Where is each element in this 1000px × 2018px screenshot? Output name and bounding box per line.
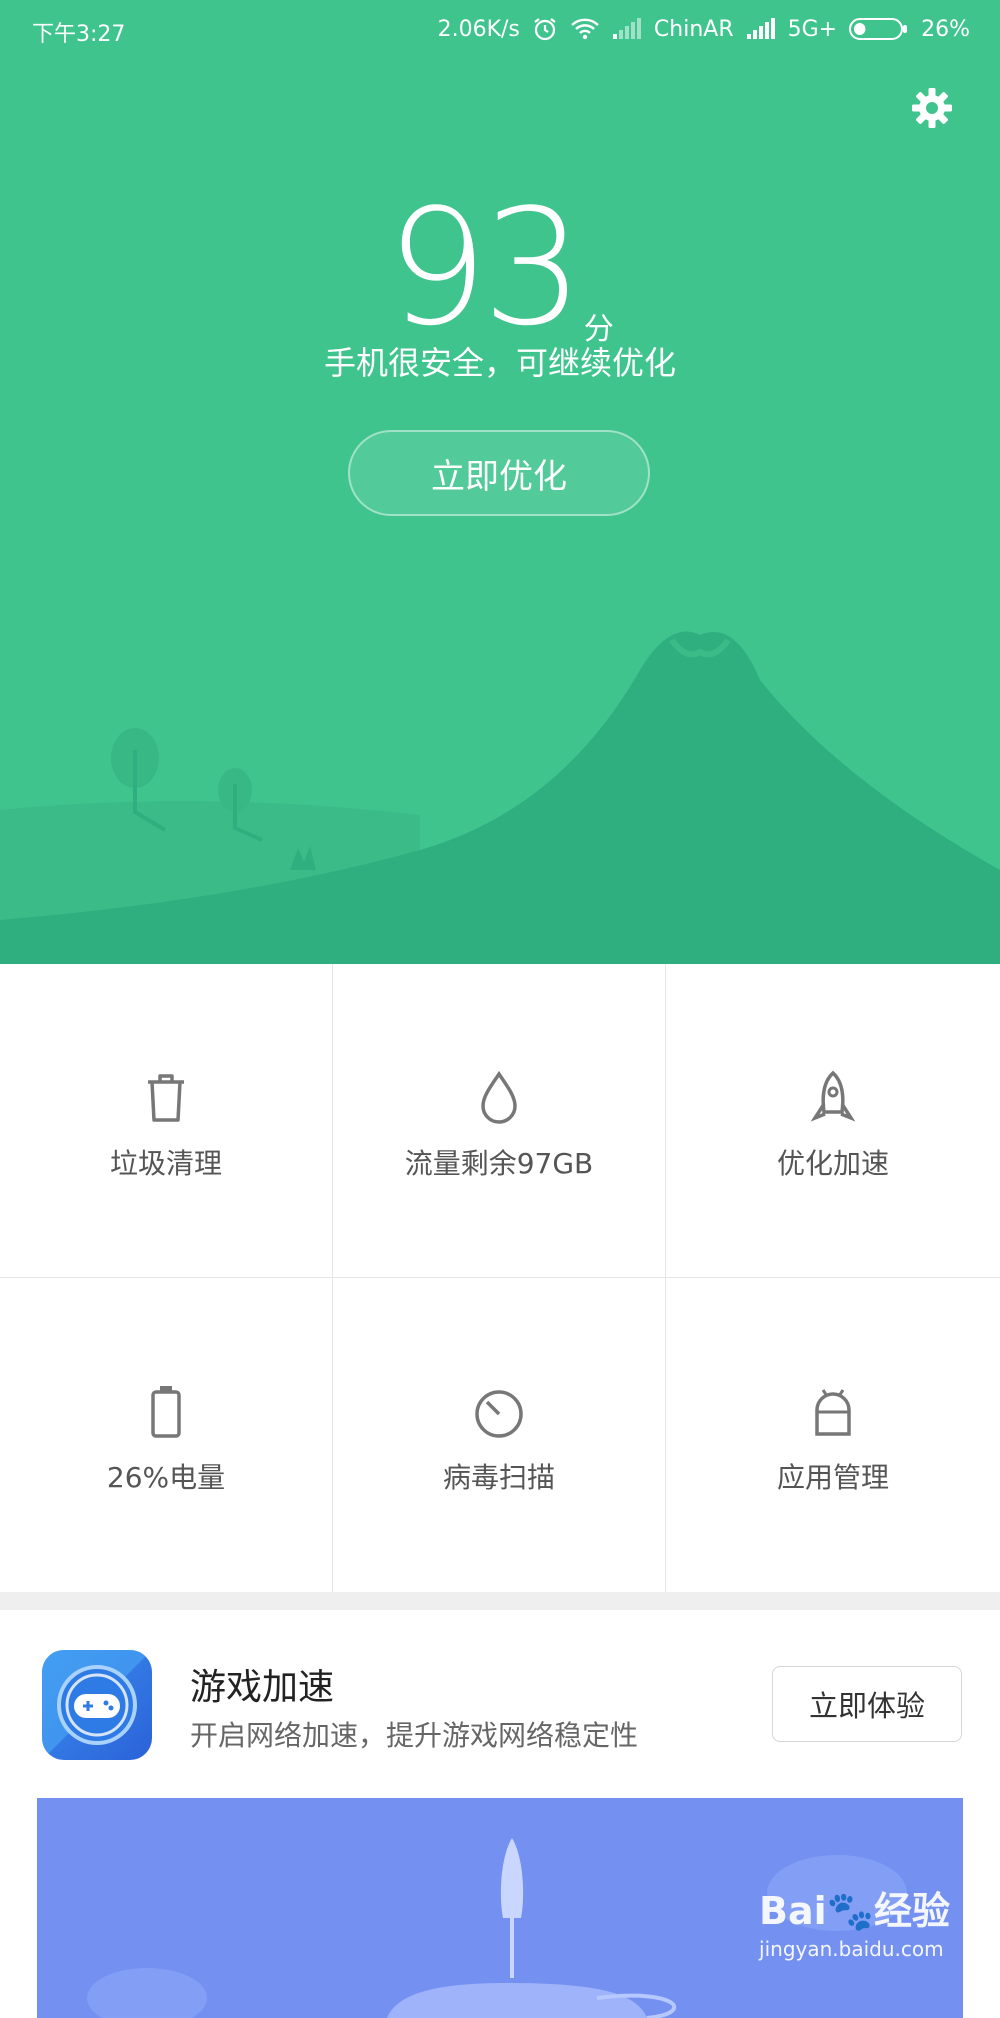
battery-status-icon bbox=[849, 18, 908, 40]
gamepad-icon bbox=[42, 1650, 152, 1760]
tool-label: 病毒扫描 bbox=[442, 1461, 555, 1494]
status-bar: 下午3:27 2.06K/s ChinAR 5G+ 26% bbox=[0, 0, 1000, 60]
carrier-name: ChinAR bbox=[653, 16, 734, 42]
tools-grid: 垃圾清理 流量剩余97GB 优化加速 26%电量 病毒扫描 应用管理 bbox=[0, 964, 1000, 1594]
net-speed: 2.06K/s bbox=[437, 16, 520, 42]
tool-optimize-speed[interactable]: 优化加速 bbox=[666, 964, 1000, 1278]
tool-label: 流量剩余97GB bbox=[404, 1147, 594, 1180]
baidu-watermark: Bai🐾经验 jingyan.baidu.com bbox=[759, 1880, 950, 1961]
settings-gear-icon[interactable] bbox=[910, 86, 954, 130]
wifi-icon bbox=[571, 18, 599, 40]
promo-title: 游戏加速 bbox=[190, 1667, 335, 1708]
tool-junk-cleanup[interactable]: 垃圾清理 bbox=[0, 964, 333, 1278]
network-type: 5G+ bbox=[787, 16, 838, 42]
tool-battery[interactable]: 26%电量 bbox=[0, 1278, 333, 1594]
optimize-now-button[interactable]: 立即优化 bbox=[348, 430, 650, 516]
tool-virus-scan[interactable]: 病毒扫描 bbox=[333, 1278, 666, 1594]
tool-label: 应用管理 bbox=[776, 1461, 889, 1494]
droplet-icon bbox=[481, 1070, 517, 1124]
tool-label: 优化加速 bbox=[776, 1147, 889, 1180]
watermark-brand: Bai🐾经验 bbox=[759, 1889, 950, 1933]
score-value: 93 bbox=[386, 174, 584, 361]
security-status-text: 手机很安全，可继续优化 bbox=[323, 344, 676, 382]
trash-icon bbox=[148, 1074, 184, 1122]
status-right: 2.06K/s ChinAR 5G+ 26% bbox=[438, 16, 970, 42]
rocket-icon bbox=[810, 1070, 856, 1122]
battery-icon bbox=[151, 1386, 181, 1438]
signal-weak-icon bbox=[612, 18, 641, 39]
hero-panel: 下午3:27 2.06K/s ChinAR 5G+ 26% 93 分 手机很安全… bbox=[0, 0, 1000, 964]
security-score: 93 分 bbox=[0, 188, 1000, 348]
tool-label: 垃圾清理 bbox=[109, 1147, 222, 1180]
tool-label: 26%电量 bbox=[106, 1461, 226, 1494]
android-icon bbox=[815, 1389, 851, 1436]
alarm-icon bbox=[534, 18, 556, 41]
watermark-url: jingyan.baidu.com bbox=[759, 1937, 944, 1961]
landscape-illustration bbox=[0, 631, 1000, 964]
tool-app-management[interactable]: 应用管理 bbox=[666, 1278, 1000, 1594]
battery-percent: 26% bbox=[921, 16, 970, 42]
promo-description: 开启网络加速，提升游戏网络稳定性 bbox=[190, 1719, 639, 1752]
scan-icon bbox=[475, 1390, 523, 1438]
status-time: 下午3:27 bbox=[32, 22, 126, 47]
try-now-button[interactable]: 立即体验 bbox=[772, 1666, 962, 1742]
signal-strong-icon bbox=[746, 18, 775, 39]
tool-data-remaining[interactable]: 流量剩余97GB bbox=[333, 964, 666, 1278]
section-divider bbox=[0, 1592, 1000, 1610]
